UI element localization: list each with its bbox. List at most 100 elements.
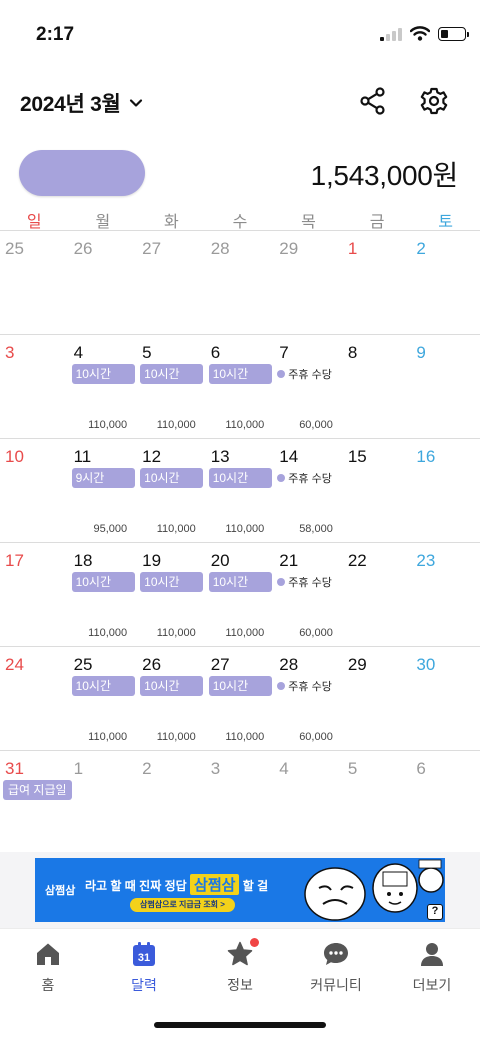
calendar-day-cell[interactable]: 1	[343, 231, 412, 335]
payday-chip[interactable]: 급여 지급일	[3, 780, 72, 800]
shift-hours-chip[interactable]: 10시간	[71, 364, 135, 384]
nav-item-calendar[interactable]: 31 달력	[96, 941, 192, 995]
wifi-icon	[410, 26, 430, 41]
shift-hours-chip[interactable]: 10시간	[71, 572, 135, 592]
shift-hours-chip[interactable]: 10시간	[208, 572, 272, 592]
calendar-day-cell[interactable]: 6 10시간 110,000	[206, 335, 275, 439]
calendar-day-cell[interactable]: 25 10시간 110,000	[69, 647, 138, 751]
calendar-day-cell[interactable]: 10	[0, 439, 69, 543]
daily-pay-amount: 110,000	[88, 627, 128, 639]
calendar-day-cell[interactable]: 24	[0, 647, 69, 751]
date-number: 1	[347, 239, 358, 258]
date-number: 28	[210, 239, 230, 258]
daily-pay-amount: 110,000	[225, 731, 265, 743]
summary-pill-button[interactable]	[19, 150, 145, 196]
calendar-day-cell[interactable]: 6	[411, 751, 480, 855]
allowance-dot-icon	[277, 578, 286, 586]
allowance-label[interactable]: 주휴 수당	[277, 678, 332, 694]
ad-headline-post: 할 걸	[242, 879, 269, 893]
nav-item-info[interactable]: 정보	[192, 938, 288, 995]
calendar-day-cell[interactable]: 8	[343, 335, 412, 439]
calendar-day-cell[interactable]: 20 10시간 110,000	[206, 543, 275, 647]
calendar-day-cell[interactable]: 31 급여 지급일	[0, 751, 72, 855]
calendar-week-row: 31 급여 지급일 1 2 3 4 5 6	[0, 750, 480, 854]
ad-info-button[interactable]: ?	[427, 904, 443, 920]
shift-hours-chip[interactable]: 10시간	[140, 364, 204, 384]
calendar-day-cell[interactable]: 17	[0, 543, 69, 647]
calendar-day-cell[interactable]: 30	[411, 647, 480, 751]
allowance-label[interactable]: 주휴 수당	[277, 366, 332, 382]
calendar-day-cell[interactable]: 26 10시간 110,000	[137, 647, 206, 751]
date-number: 6	[210, 343, 221, 362]
calendar-day-cell[interactable]: 3	[0, 335, 69, 439]
nav-item-home[interactable]: 홈	[0, 941, 96, 995]
calendar-day-cell[interactable]: 27	[137, 231, 206, 335]
shift-hours-chip[interactable]: 10시간	[140, 676, 204, 696]
date-number: 25	[5, 239, 24, 258]
nav-item-community[interactable]: 커뮤니티	[288, 941, 384, 995]
shift-hours-chip[interactable]: 10시간	[208, 364, 272, 384]
date-number: 23	[416, 551, 436, 570]
daily-pay-amount: 110,000	[156, 627, 196, 639]
calendar-day-cell[interactable]: 29	[274, 231, 343, 335]
calendar-day-cell[interactable]: 18 10시간 110,000	[69, 543, 138, 647]
calendar-day-cell[interactable]: 11 9시간 95,000	[69, 439, 138, 543]
notification-dot	[250, 938, 259, 947]
calendar-day-cell[interactable]: 25	[0, 231, 69, 335]
calendar-day-cell[interactable]: 14 주휴 수당 58,000	[274, 439, 343, 543]
month-selector[interactable]: 2024년 3월	[20, 88, 144, 118]
shift-hours-chip[interactable]: 10시간	[208, 676, 272, 696]
calendar-day-cell[interactable]: 4	[274, 751, 343, 855]
ad-cta-button[interactable]: 삼쩜삼으로 지급금 조회 >	[130, 898, 235, 912]
calendar-day-cell[interactable]: 21 주휴 수당 60,000	[274, 543, 343, 647]
calendar-day-cell[interactable]: 22	[343, 543, 412, 647]
weekday-label: 일	[26, 214, 42, 231]
daily-pay-amount: 58,000	[299, 523, 333, 535]
calendar-day-cell[interactable]: 7 주휴 수당 60,000	[274, 335, 343, 439]
calendar-day-cell[interactable]: 5 10시간 110,000	[137, 335, 206, 439]
calendar-week-row: 24 25 10시간 110,000 26 10시간 110,000 27 10시간 110,00…	[0, 646, 480, 750]
calendar-day-cell[interactable]: 16	[411, 439, 480, 543]
allowance-dot-icon	[277, 474, 286, 482]
calendar-day-cell[interactable]: 29	[343, 647, 412, 751]
calendar-day-cell[interactable]: 28	[206, 231, 275, 335]
shift-hours-chip[interactable]: 10시간	[140, 572, 204, 592]
share-button[interactable]	[356, 84, 390, 118]
calendar-day-cell[interactable]: 13 10시간 110,000	[206, 439, 275, 543]
calendar-day-cell[interactable]: 19 10시간 110,000	[137, 543, 206, 647]
nav-item-more[interactable]: 더보기	[384, 941, 480, 995]
daily-pay-amount: 110,000	[88, 731, 128, 743]
ad-banner[interactable]: 삼쩜삼 라고 할 때 진짜 정답 삼쩜삼 할 걸 삼쩜삼으로 지급금 조회 > …	[35, 858, 445, 922]
date-number: 8	[347, 343, 358, 362]
calendar-day-cell[interactable]: 26	[69, 231, 138, 335]
date-number: 29	[279, 239, 299, 258]
date-number: 9	[416, 343, 426, 362]
shift-hours-chip[interactable]: 9시간	[71, 468, 135, 488]
shift-hours-chip[interactable]: 10시간	[140, 468, 204, 488]
calendar-day-cell[interactable]: 2	[411, 231, 480, 335]
date-number: 19	[142, 551, 162, 570]
chat-bubble-icon	[323, 941, 349, 967]
calendar-day-cell[interactable]: 12 10시간 110,000	[137, 439, 206, 543]
settings-button[interactable]	[417, 84, 451, 118]
calendar-grid: 25 26 27 28 29 1 2 3 4 10시간 110,000 5 10시간 110,000 6 10…	[0, 230, 480, 855]
calendar-day-cell[interactable]: 1	[69, 751, 138, 855]
nav-label-info: 정보	[227, 977, 253, 993]
header: 2024년 3월	[0, 80, 480, 124]
allowance-text: 주휴 수당	[288, 577, 332, 589]
calendar-day-cell[interactable]: 27 10시간 110,000	[206, 647, 275, 751]
calendar-day-cell[interactable]: 4 10시간 110,000	[69, 335, 138, 439]
date-number: 27	[142, 239, 162, 258]
shift-hours-chip[interactable]: 10시간	[71, 676, 135, 696]
calendar-day-cell[interactable]: 2	[137, 751, 206, 855]
shift-hours-chip[interactable]: 10시간	[208, 468, 272, 488]
calendar-day-cell[interactable]: 23	[411, 543, 480, 647]
allowance-label[interactable]: 주휴 수당	[277, 470, 332, 486]
calendar-day-cell[interactable]: 3	[206, 751, 275, 855]
calendar-day-cell[interactable]: 9	[411, 335, 480, 439]
allowance-label[interactable]: 주휴 수당	[277, 574, 332, 590]
calendar-day-cell[interactable]: 15	[343, 439, 412, 543]
calendar-day-cell[interactable]: 28 주휴 수당 60,000	[274, 647, 343, 751]
calendar-day-cell[interactable]: 5	[343, 751, 412, 855]
gear-icon	[420, 87, 448, 115]
